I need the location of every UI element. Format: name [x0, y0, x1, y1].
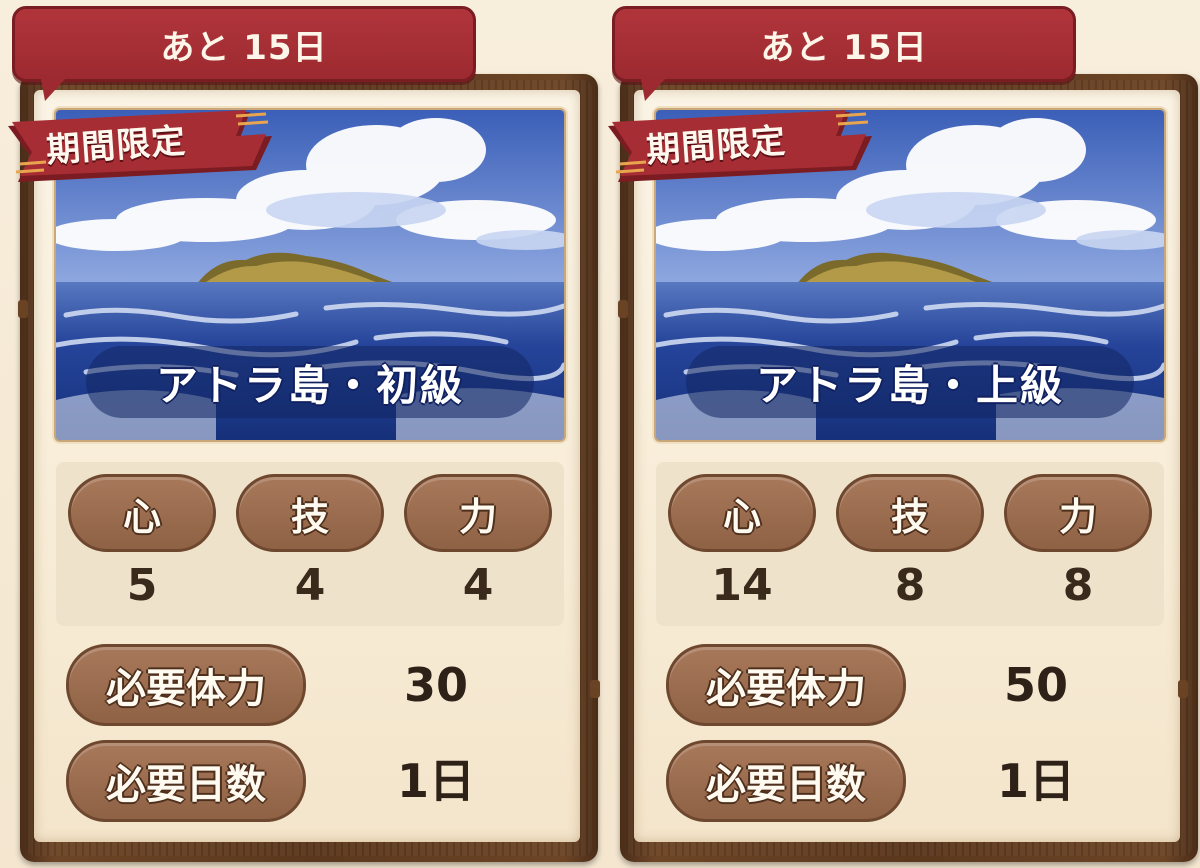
- stat-skill: 技 4: [236, 474, 384, 624]
- stage-card-advanced[interactable]: あと 15日 アトラ島・上級 期間限定 心 14 技 8 力 8 必要体力 50…: [600, 0, 1198, 868]
- stat-value: 8: [894, 560, 926, 611]
- required-days-label: 必要日数: [66, 740, 306, 822]
- stat-heart: 心 5: [68, 474, 216, 624]
- stage-select-screen: あと 15日 アトラ島・初級 期間限定 心 5 技 4 力 4 必要体力 30 …: [0, 0, 1200, 868]
- frame-notch: [18, 300, 28, 318]
- required-stamina-label: 必要体力: [66, 644, 306, 726]
- limited-time-label: 期間限定: [45, 121, 188, 171]
- stat-label: 心: [68, 474, 216, 552]
- deadline-text: あと 15日: [760, 27, 928, 68]
- stat-value: 8: [1062, 560, 1094, 611]
- stage-name: アトラ島・初級: [86, 346, 534, 418]
- frame-notch: [1178, 680, 1188, 698]
- stage-name: アトラ島・上級: [686, 346, 1134, 418]
- stat-power: 力 4: [404, 474, 552, 624]
- deadline-tag: あと 15日: [612, 6, 1076, 101]
- deadline-tag: あと 15日: [12, 6, 476, 101]
- stat-value: 4: [462, 560, 494, 611]
- required-stamina-value: 50: [1003, 658, 1068, 712]
- stat-heart: 心 14: [668, 474, 816, 624]
- limited-time-label: 期間限定: [645, 121, 788, 171]
- stat-label: 力: [404, 474, 552, 552]
- required-days-row: 必要日数 1日: [66, 740, 546, 822]
- stat-label: 技: [836, 474, 984, 552]
- deadline-text: あと 15日: [160, 27, 328, 68]
- stat-power: 力 8: [1004, 474, 1152, 624]
- required-stamina-row: 必要体力 50: [666, 644, 1146, 726]
- required-days-label: 必要日数: [666, 740, 906, 822]
- stat-value: 4: [294, 560, 326, 611]
- stat-value: 5: [126, 560, 158, 611]
- stat-label: 力: [1004, 474, 1152, 552]
- required-stamina-value: 30: [403, 658, 468, 712]
- required-days-row: 必要日数 1日: [666, 740, 1146, 822]
- required-stamina-label: 必要体力: [666, 644, 906, 726]
- limited-time-badge: 期間限定: [0, 104, 280, 184]
- stat-label: 心: [668, 474, 816, 552]
- stat-requirements: 心 5 技 4 力 4: [56, 462, 564, 626]
- frame-notch: [590, 680, 600, 698]
- stage-card-beginner[interactable]: あと 15日 アトラ島・初級 期間限定 心 5 技 4 力 4 必要体力 30 …: [0, 0, 600, 868]
- stat-label: 技: [236, 474, 384, 552]
- stat-skill: 技 8: [836, 474, 984, 624]
- limited-time-badge: 期間限定: [600, 104, 880, 184]
- required-days-value: 1日: [396, 754, 475, 808]
- required-days-value: 1日: [996, 754, 1075, 808]
- required-stamina-row: 必要体力 30: [66, 644, 546, 726]
- frame-notch: [618, 300, 628, 318]
- stat-value: 14: [711, 560, 773, 611]
- stat-requirements: 心 14 技 8 力 8: [656, 462, 1164, 626]
